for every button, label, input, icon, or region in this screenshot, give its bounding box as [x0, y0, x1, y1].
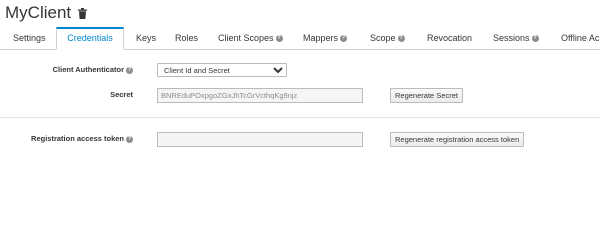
- trash-icon[interactable]: [78, 7, 88, 19]
- tab-settings[interactable]: Settings: [13, 27, 46, 49]
- tab-label: Keys: [136, 33, 157, 43]
- tab-label: Revocation: [427, 33, 473, 43]
- regenerate-secret-button[interactable]: Regenerate Secret: [390, 88, 463, 103]
- tab-client-scopes[interactable]: Client Scopes?: [218, 27, 283, 49]
- tab-label: Scope: [370, 33, 396, 43]
- regenerate-token-button[interactable]: Regenerate registration access token: [390, 132, 525, 147]
- tab-label: Mappers: [303, 33, 339, 43]
- help-icon: ?: [275, 35, 283, 43]
- tab-revocation[interactable]: Revocation: [427, 27, 472, 49]
- section-divider: [0, 117, 600, 118]
- help-icon: ?: [126, 135, 133, 143]
- help-icon: ?: [397, 35, 405, 43]
- tab-label: Roles: [175, 33, 199, 43]
- tab-label: Settings: [13, 33, 46, 43]
- tab-roles[interactable]: Roles: [175, 27, 198, 49]
- tab-label: Sessions: [493, 33, 530, 43]
- tab-offline-access[interactable]: Offline Ac: [561, 27, 599, 49]
- help-icon: ?: [126, 66, 133, 74]
- help-icon: ?: [340, 35, 348, 43]
- tab-credentials[interactable]: Credentials: [56, 27, 124, 50]
- client-authenticator-label: Client Authenticator?: [52, 65, 133, 74]
- help-icon: ?: [531, 35, 539, 43]
- tab-label: Offline Ac: [561, 33, 600, 43]
- page-header: MyClient: [5, 1, 88, 25]
- secret-label: Secret: [110, 90, 133, 99]
- tab-mappers[interactable]: Mappers?: [303, 27, 348, 49]
- tab-keys[interactable]: Keys: [136, 27, 156, 49]
- tab-bar: Settings Credentials Keys Roles Client S…: [0, 27, 600, 50]
- client-authenticator-select[interactable]: Client Id and Secret: [157, 63, 287, 77]
- tab-label: Credentials: [67, 33, 113, 43]
- tab-label: Client Scopes: [218, 33, 274, 43]
- tab-scope[interactable]: Scope?: [370, 27, 405, 49]
- registration-token-label: Registration access token?: [31, 134, 133, 143]
- registration-token-field[interactable]: [157, 132, 363, 147]
- page-title: MyClient: [5, 3, 72, 22]
- tab-sessions[interactable]: Sessions?: [493, 27, 539, 49]
- secret-field[interactable]: [157, 88, 363, 103]
